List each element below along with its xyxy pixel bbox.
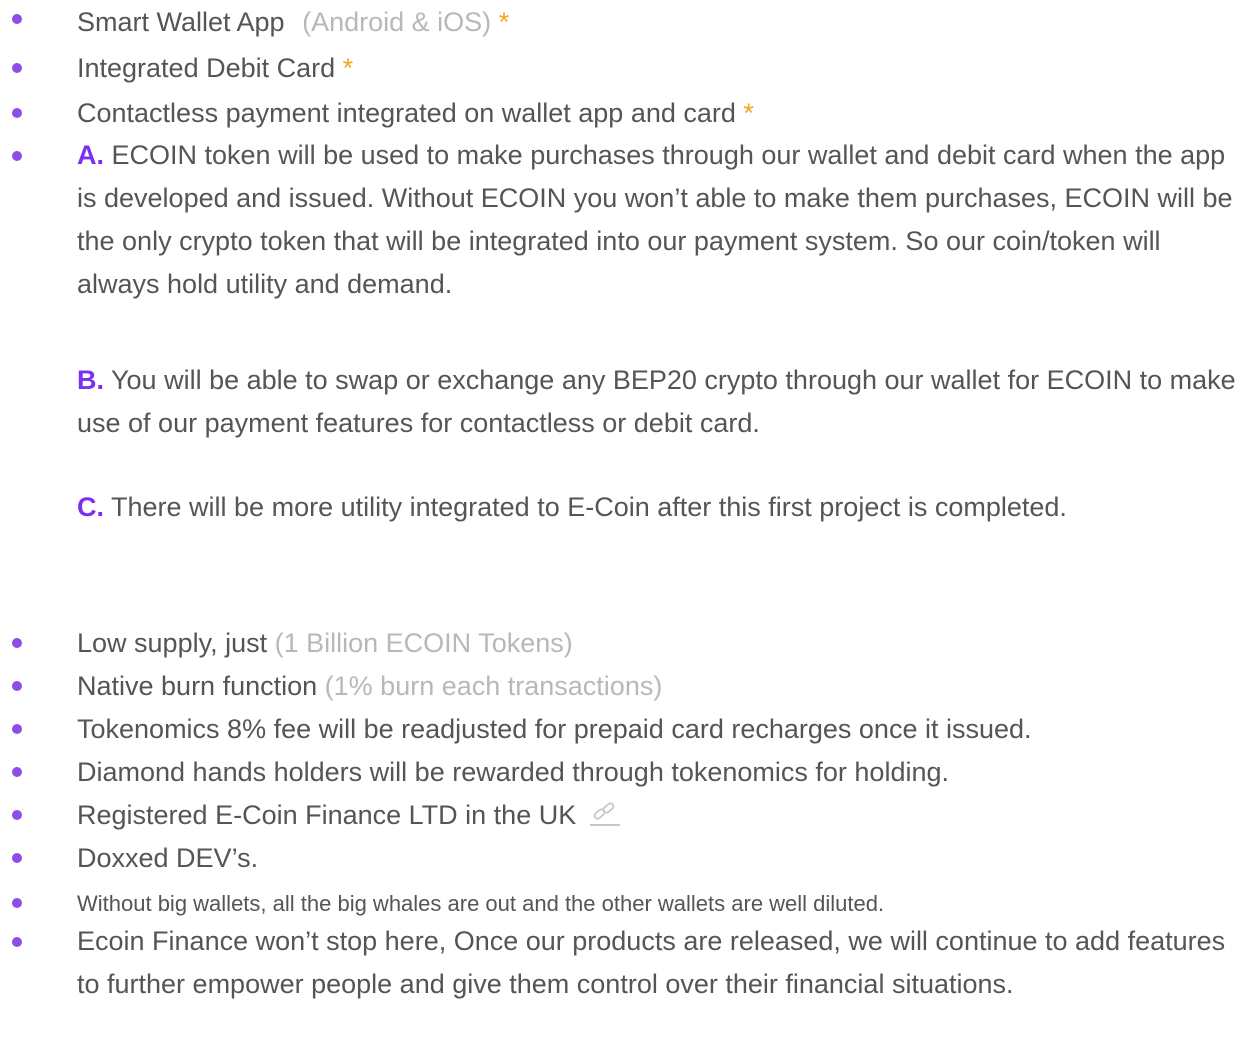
bullet-icon	[12, 63, 22, 73]
item-note: (Android & iOS)	[302, 7, 492, 37]
item-label: Doxxed DEV’s.	[77, 843, 259, 873]
bullet-icon	[12, 898, 22, 908]
paragraph-letter: B.	[77, 365, 104, 395]
paragraph-a: A. ECOIN token will be used to make purc…	[77, 134, 1242, 306]
link-icon[interactable]	[589, 798, 620, 826]
bullet-icon	[12, 767, 22, 777]
bullet-icon	[12, 151, 22, 161]
item-note: (1% burn each transactions)	[324, 671, 663, 701]
paragraph-letter: C.	[77, 492, 104, 522]
bullet-icon	[12, 681, 22, 691]
bullet-icon	[12, 937, 22, 947]
asterisk: *	[498, 7, 510, 37]
bullet-icon	[12, 108, 22, 118]
item-label: Without big wallets, all the big whales …	[77, 891, 885, 916]
item-label: Contactless payment integrated on wallet…	[77, 98, 736, 128]
paragraph-letter: A.	[77, 140, 104, 170]
item-label: Native burn function	[77, 671, 318, 701]
item-label: Integrated Debit Card	[77, 53, 336, 83]
asterisk: *	[743, 98, 754, 128]
item-label: Registered E-Coin Finance LTD in the UK	[77, 800, 577, 830]
item-label: Smart Wallet App	[77, 7, 285, 37]
paragraph-future: Ecoin Finance won’t stop here, Once our …	[77, 920, 1242, 1006]
bullet-icon	[12, 638, 22, 648]
bullet-icon	[12, 853, 22, 863]
paragraph-text: You will be able to swap or exchange any…	[77, 365, 1236, 438]
bullet-icon	[12, 14, 22, 24]
paragraph-text: ECOIN token will be used to make purchas…	[77, 140, 1233, 299]
paragraph-c: C. There will be more utility integrated…	[77, 486, 1242, 529]
paragraph-b: B. You will be able to swap or exchange …	[77, 359, 1242, 445]
item-label: Diamond hands holders will be rewarded t…	[77, 757, 949, 787]
item-label: Tokenomics 8% fee will be readjusted for…	[77, 714, 1032, 744]
item-label: Low supply, just	[77, 628, 268, 658]
item-note: (1 Billion ECOIN Tokens)	[274, 628, 573, 658]
paragraph-text: There will be more utility integrated to…	[111, 492, 1067, 522]
bullet-icon	[12, 810, 22, 820]
bullet-icon	[12, 724, 22, 734]
item-label: Ecoin Finance won’t stop here, Once our …	[77, 926, 1226, 999]
asterisk: *	[342, 53, 354, 83]
